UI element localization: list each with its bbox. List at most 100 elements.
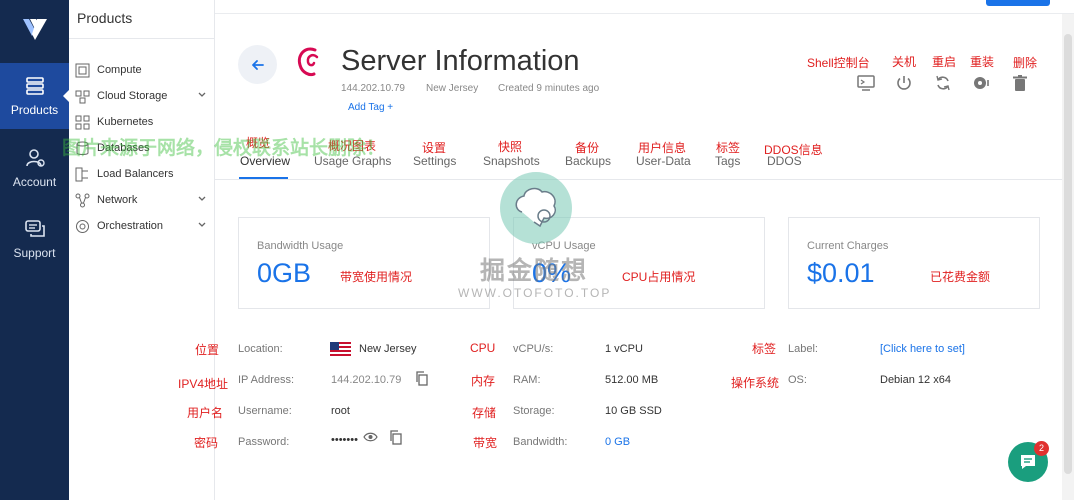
restart-icon[interactable] [934,74,952,92]
rail-item-label: Support [13,246,56,260]
load-balancers-icon [75,167,88,181]
page-title: Server Information [341,45,580,77]
products-icon [25,77,44,95]
eye-icon[interactable] [363,431,378,443]
brain-icon [515,187,556,228]
power-icon[interactable] [895,74,913,92]
console-icon[interactable] [857,74,875,92]
rail-item-label: Products [10,103,59,117]
subnav-item-label: Kubernetes [97,116,154,128]
kubernetes-icon [75,115,90,129]
subnav-divider [69,38,215,39]
debian-logo-icon [297,47,319,77]
us-flag-icon [330,342,351,356]
rail-item-label: Account [12,175,57,189]
trash-icon[interactable] [1011,74,1029,92]
vcpu-value: 1 vCPU [605,343,643,355]
copy-icon[interactable] [389,430,403,445]
location-value: New Jersey [359,343,417,355]
annotation-bandwidth: 带宽使用情况 [340,270,413,284]
subnav-title: Products [77,10,133,26]
subnav-item-label: Network [97,194,138,206]
rail-item-account[interactable]: Account [0,137,69,203]
subnav-item-orchestration[interactable]: Orchestration [75,216,211,236]
reinstall-icon[interactable] [972,74,990,92]
annotation-ip: IPV4地址 [178,377,229,391]
subnav-item-compute[interactable]: Compute [75,60,211,80]
annotation-storage: 存储 [472,406,497,420]
annotation-delete: 删除 [1013,56,1038,70]
annotation-restart: 重启 [932,55,957,69]
tab-backups[interactable]: Backups [565,154,611,168]
tab-settings[interactable]: Settings [413,154,456,168]
os-label: OS: [788,374,807,386]
annotation-bandwidth-detail: 带宽 [473,436,498,450]
watermark-banner: 图片来源于网络，侵权联系站长删除！ [62,138,386,159]
label-label: Label: [788,343,818,355]
scrollbar-thumb[interactable] [1064,34,1072,474]
password-label: Password: [238,436,290,448]
network-icon [75,193,90,207]
ip-value: 144.202.10.79 [331,374,402,386]
watermark-brand: 掘金随想 [480,257,589,285]
annotation-power: 关机 [892,55,917,69]
card-label: Current Charges [807,240,889,252]
annotation-shell: Shell控制台 [807,56,870,70]
card-value: 0GB [257,258,312,288]
storage-value: 10 GB SSD [605,405,662,417]
top-bar-divider [215,13,1074,14]
chevron-down-icon [198,92,206,97]
label-set-link[interactable]: [Click here to set] [880,343,965,355]
bandwidth-value: 0 GB [605,436,631,448]
annotation-reinstall: 重装 [970,55,995,69]
support-icon [24,220,45,237]
ram-value: 512.00 MB [605,374,659,386]
tab-ddos[interactable]: DDOS [767,154,802,168]
compute-icon [75,63,90,77]
annotation-ram: 内存 [471,374,496,388]
rail-item-products[interactable]: Products [0,63,69,129]
card-value: $0.01 [807,258,875,288]
back-button[interactable] [238,45,277,84]
username-value: root [331,405,350,417]
storage-label: Storage: [513,405,555,417]
watermark-brain-icon [500,172,572,244]
tab-tags[interactable]: Tags [715,154,740,168]
tab-snapshots[interactable]: Snapshots [483,154,540,168]
app-root: Products Account Support Products Comput… [0,0,1074,500]
deploy-button-edge[interactable] [986,0,1050,6]
bandwidth-usage-card: Bandwidth Usage 0GB [238,217,490,309]
rail-item-support[interactable]: Support [0,208,69,274]
os-value: Debian 12 x64 [880,374,951,386]
server-created: Created 9 minutes ago [498,83,600,94]
add-tag-link[interactable]: Add Tag + [348,102,393,113]
annotation-os: 操作系统 [731,376,780,390]
annotation-label: 标签 [752,342,777,356]
annotation-location: 位置 [195,343,220,357]
copy-icon[interactable] [415,371,429,386]
subnav-item-kubernetes[interactable]: Kubernetes [75,112,211,132]
card-label: Bandwidth Usage [257,240,344,252]
account-icon [25,149,45,167]
subnav-item-cloud-storage[interactable]: Cloud Storage [75,86,211,106]
vultr-logo-icon[interactable] [20,14,50,44]
annotation-username: 用户名 [187,406,224,420]
subnav-item-network[interactable]: Network [75,190,211,210]
server-ip: 144.202.10.79 [341,83,405,94]
subnav-item-load-balancers[interactable]: Load Balancers [75,164,211,184]
subnav-item-label: Cloud Storage [97,90,168,102]
left-rail: Products Account Support [0,0,69,500]
cloud-storage-icon [75,90,90,103]
subnav-item-label: Load Balancers [97,168,174,180]
ram-label: RAM: [513,374,541,386]
watermark-domain: WWW.OTOFOTO.TOP [458,286,612,300]
tab-user-data[interactable]: User-Data [636,154,691,168]
arrow-left-icon [251,59,264,70]
subnav-item-label: Compute [97,64,142,76]
chevron-down-icon [198,222,206,227]
username-label: Username: [238,405,292,417]
annotation-password: 密码 [194,436,219,450]
vcpu-label: vCPU/s: [513,343,554,355]
tabs-divider [215,179,1062,180]
ip-label: IP Address: [238,374,295,386]
